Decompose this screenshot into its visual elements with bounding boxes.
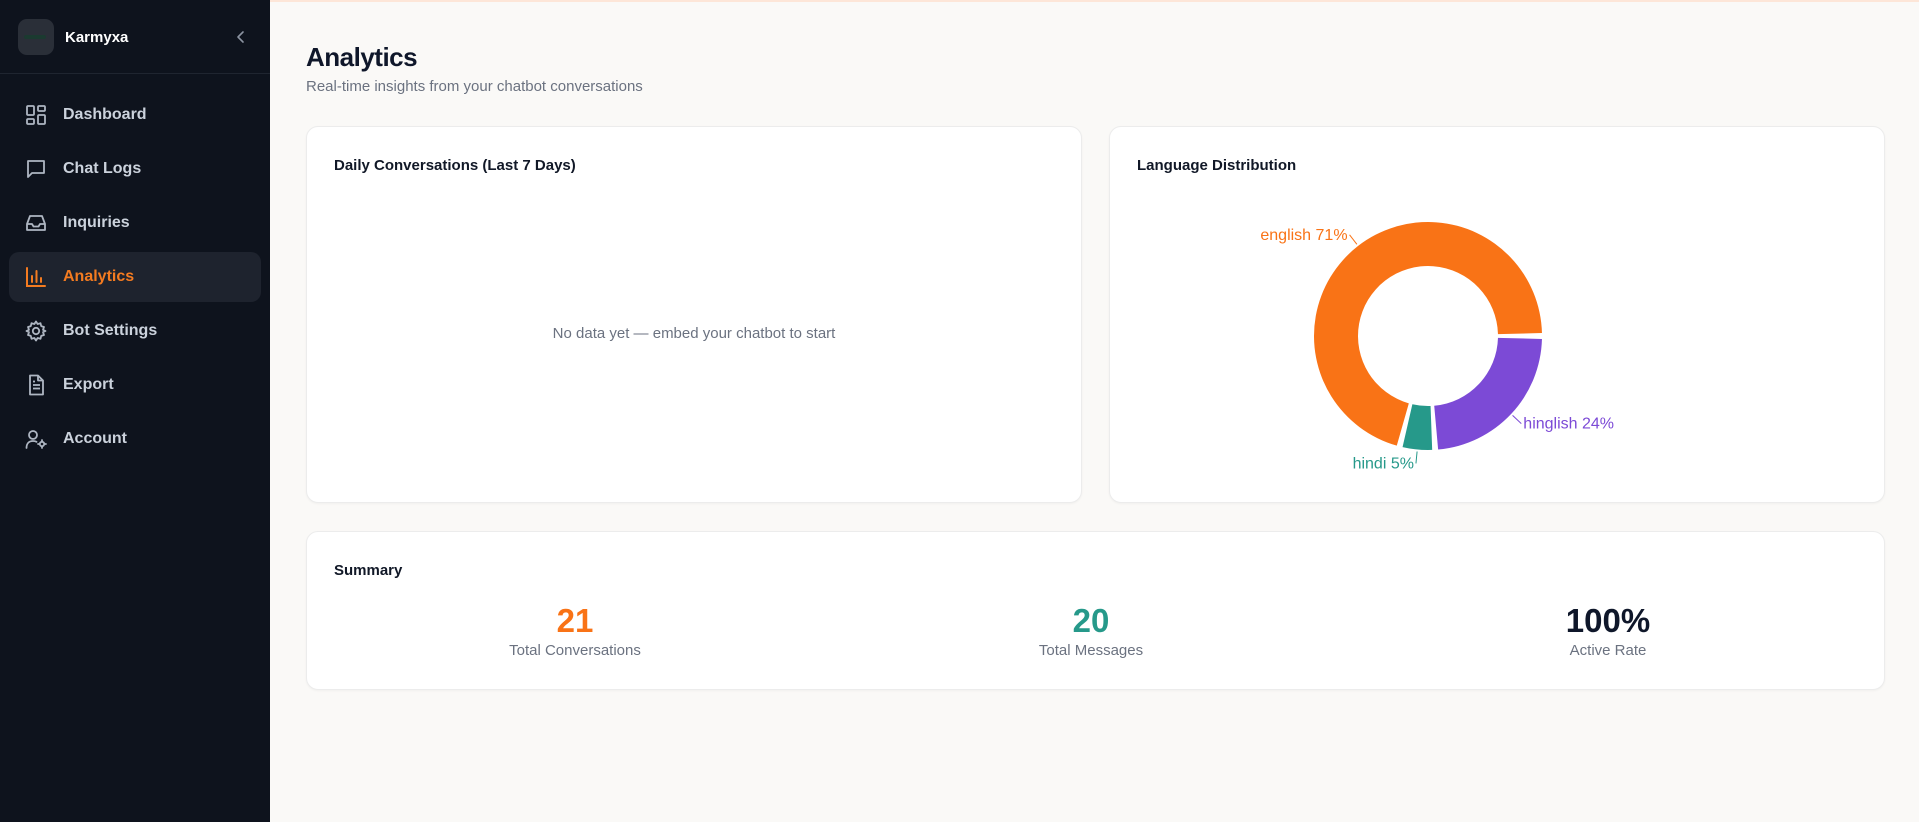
page-subtitle: Real-time insights from your chatbot con… xyxy=(306,78,643,95)
bar-chart-icon xyxy=(23,264,49,290)
donut-label-english: english 71% xyxy=(1260,227,1347,244)
sidebar-item-export[interactable]: Export xyxy=(9,360,261,410)
file-icon xyxy=(23,372,49,398)
page-title: Analytics xyxy=(306,42,418,72)
sidebar-item-label: Bot Settings xyxy=(63,322,158,339)
collapse-sidebar-button[interactable] xyxy=(230,26,252,48)
stat-label: Total Messages xyxy=(1038,642,1144,659)
stat-value: 21 xyxy=(556,602,594,639)
sidebar-item-label: Inquiries xyxy=(63,214,130,231)
donut-leader-line xyxy=(1512,415,1522,424)
stat-total-conversations: 21 Total Conversations xyxy=(455,602,695,659)
brand-logo xyxy=(18,19,54,55)
brand-name: Karmyxa xyxy=(65,28,129,46)
stat-label: Total Conversations xyxy=(509,642,641,659)
stat-value: 100% xyxy=(1565,602,1651,639)
stat-active-rate: 100% Active Rate xyxy=(1488,602,1728,659)
donut-leader-line xyxy=(1415,451,1418,464)
language-donut-chart: hinglish 24% hindi 5% english 71% xyxy=(1260,222,1614,472)
sidebar-item-label: Chat Logs xyxy=(63,160,142,177)
sidebar: Karmyxa Dashboard Chat Logs Inquiries An… xyxy=(0,0,270,822)
donut-slice-hindi[interactable] xyxy=(1402,404,1433,450)
donut-label-hindi: hindi 5% xyxy=(1353,455,1414,472)
sidebar-item-bot-settings[interactable]: Bot Settings xyxy=(9,306,261,356)
gear-icon xyxy=(23,318,49,344)
sidebar-item-account[interactable]: Account xyxy=(9,414,261,464)
stat-label: Active Rate xyxy=(1569,642,1647,659)
user-settings-icon xyxy=(23,426,49,452)
donut-slice-hinglish[interactable] xyxy=(1434,337,1542,450)
sidebar-item-inquiries[interactable]: Inquiries xyxy=(9,198,261,248)
dashboard-icon xyxy=(23,102,49,128)
daily-conversations-card: Daily Conversations (Last 7 Days) No dat… xyxy=(306,126,1082,503)
card-title: Summary xyxy=(334,562,403,579)
donut-label-hinglish: hinglish 24% xyxy=(1523,416,1614,433)
chevron-left-icon xyxy=(237,31,244,43)
stat-total-messages: 20 Total Messages xyxy=(971,602,1211,659)
sidebar-item-chat-logs[interactable]: Chat Logs xyxy=(9,144,261,194)
card-title: Daily Conversations (Last 7 Days) xyxy=(334,157,576,174)
sidebar-item-label: Account xyxy=(63,430,127,447)
sidebar-item-label: Dashboard xyxy=(63,106,147,123)
sidebar-item-analytics[interactable]: Analytics xyxy=(9,252,261,302)
summary-card: Summary 21 Total Conversations 20 Total … xyxy=(306,531,1885,690)
sidebar-nav: Dashboard Chat Logs Inquiries Analytics … xyxy=(9,90,261,468)
brand: Karmyxa xyxy=(18,18,258,56)
language-distribution-card: Language Distribution hinglish 24% hindi … xyxy=(1109,126,1885,503)
donut-leader-line xyxy=(1349,234,1358,245)
empty-state-message: No data yet — embed your chatbot to star… xyxy=(552,325,836,342)
inbox-icon xyxy=(23,210,49,236)
sidebar-item-label: Export xyxy=(63,376,114,393)
sidebar-item-dashboard[interactable]: Dashboard xyxy=(9,90,261,140)
sidebar-divider xyxy=(0,73,270,74)
main-content: Analytics Real-time insights from your c… xyxy=(270,0,1919,822)
sidebar-item-label: Analytics xyxy=(63,268,135,285)
stat-value: 20 xyxy=(1072,602,1110,639)
chat-icon xyxy=(23,156,49,182)
